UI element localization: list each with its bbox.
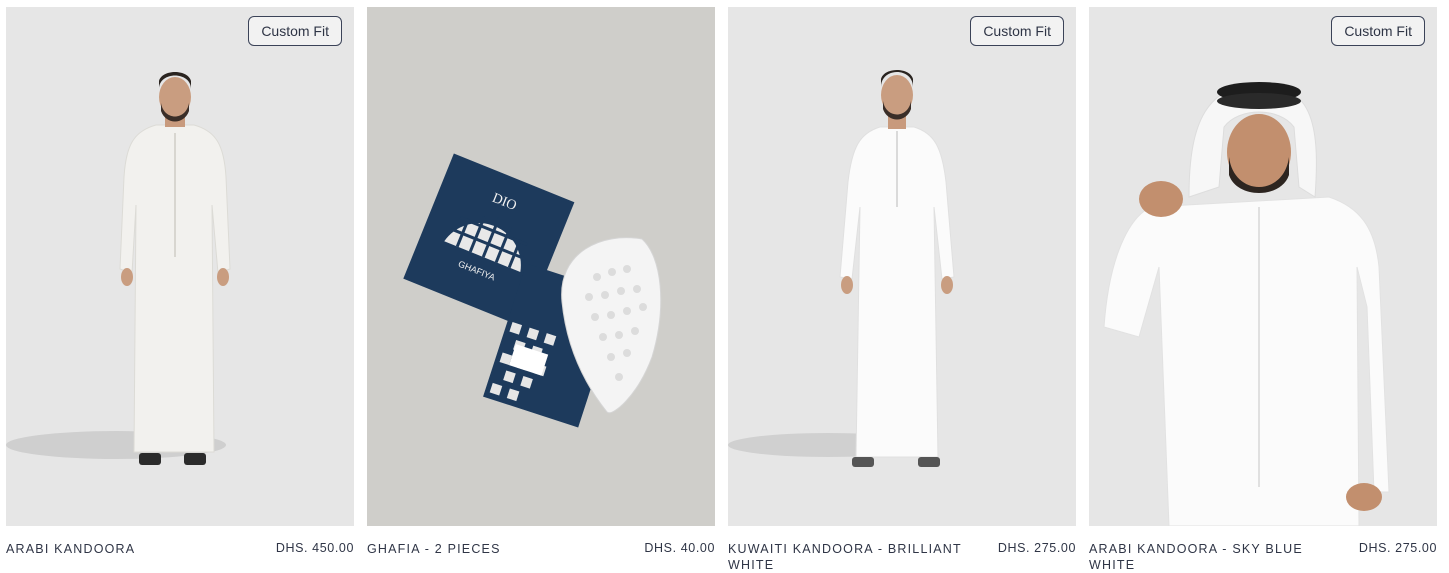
product-card-ghafia[interactable]: DIO GHAFIYA GHAFIA - 2 PIECES DHS. 40.00 — [367, 7, 715, 573]
custom-fit-badge[interactable]: Custom Fit — [970, 16, 1064, 46]
model-in-kandoora-image — [728, 70, 955, 467]
product-image[interactable]: DIO GHAFIYA — [367, 7, 715, 526]
product-price: DHS. 275.00 — [997, 541, 1076, 555]
product-name[interactable]: GHAFIA - 2 PIECES — [367, 541, 607, 557]
custom-fit-badge[interactable]: Custom Fit — [248, 16, 342, 46]
product-image[interactable] — [6, 7, 354, 526]
product-image[interactable] — [1089, 7, 1437, 526]
product-price: DHS. 275.00 — [1358, 541, 1437, 555]
product-name[interactable]: ARABI KANDOORA - SKY BLUE WHITE — [1089, 541, 1329, 573]
product-card-arabi-kandoora-sky-blue[interactable]: Custom Fit ARABI KANDOORA - SKY BLUE WHI… — [1089, 7, 1437, 573]
product-name[interactable]: KUWAITI KANDOORA - BRILLIANT WHITE — [728, 541, 968, 573]
custom-fit-badge[interactable]: Custom Fit — [1331, 16, 1425, 46]
product-image[interactable] — [728, 7, 1076, 526]
product-card-arabi-kandoora[interactable]: Custom Fit ARABI KANDOORA DHS. 450.00 — [6, 7, 354, 573]
product-price: DHS. 450.00 — [275, 541, 354, 555]
ghafia-packaging-image: DIO GHAFIYA — [403, 153, 662, 428]
product-price: DHS. 40.00 — [644, 541, 715, 555]
model-in-kandoora-image — [6, 72, 231, 465]
product-name[interactable]: ARABI KANDOORA — [6, 541, 246, 557]
product-card-kuwaiti-kandoora[interactable]: Custom Fit KUWAITI KANDOORA - BRILLIANT … — [728, 7, 1076, 573]
model-with-ghutra-image — [1103, 82, 1390, 526]
product-grid: Custom Fit ARABI KANDOORA DHS. 450.00 DI… — [0, 0, 1449, 573]
